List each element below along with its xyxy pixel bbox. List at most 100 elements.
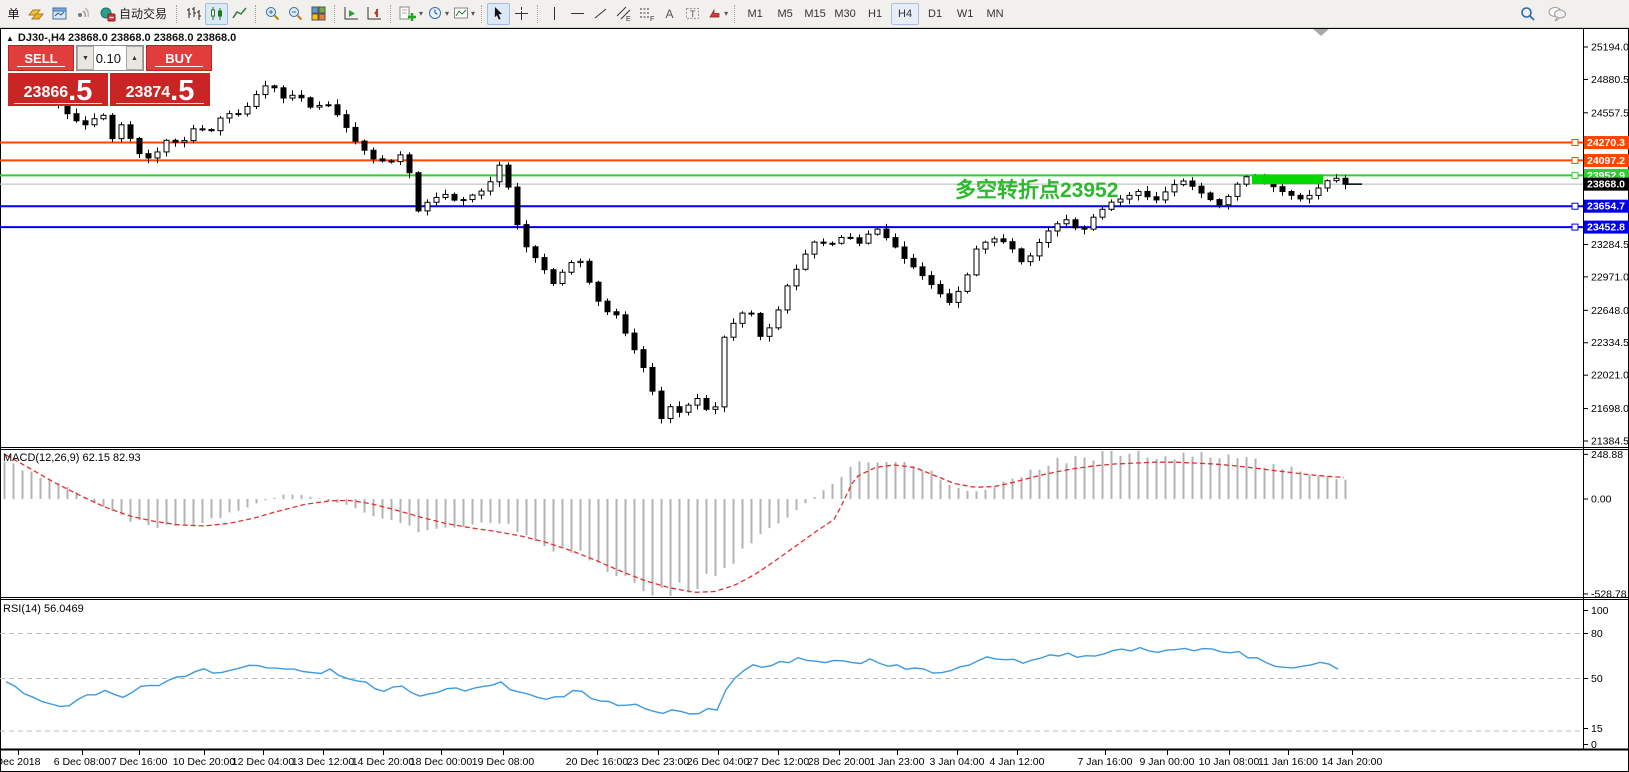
timeframe-group: M1M5M15M30H1H4D1W1MN bbox=[740, 3, 1010, 25]
svg-text:4 Jan 12:00: 4 Jan 12:00 bbox=[990, 756, 1045, 768]
svg-text:11 Jan 16:00: 11 Jan 16:00 bbox=[1258, 756, 1318, 768]
svg-text:24270.3: 24270.3 bbox=[1587, 137, 1625, 149]
sell-price-box[interactable]: 23866.5 bbox=[8, 73, 108, 106]
indicators-button[interactable]: ▾ bbox=[396, 3, 425, 25]
timeframe-d1[interactable]: D1 bbox=[921, 3, 949, 25]
chart-canvas[interactable]: 多空转折点2395225194.024880.524557.523284.522… bbox=[0, 28, 1629, 772]
timeframe-w1[interactable]: W1 bbox=[951, 3, 979, 25]
gold-ingot-icon bbox=[28, 5, 45, 22]
toolbar-separator bbox=[537, 5, 539, 23]
zoom-out-button[interactable] bbox=[284, 3, 307, 25]
text-label-glyph: T bbox=[690, 9, 696, 19]
tile-windows-button[interactable] bbox=[307, 3, 330, 25]
svg-text:Dec 2018: Dec 2018 bbox=[0, 756, 41, 768]
auto-scroll-button[interactable] bbox=[340, 3, 363, 25]
svg-text:7 Dec 16:00: 7 Dec 16:00 bbox=[111, 756, 168, 768]
buy-button[interactable]: BUY bbox=[146, 45, 212, 71]
periods-button[interactable]: ▾ bbox=[425, 3, 451, 25]
candlestick-chart-icon bbox=[208, 5, 225, 22]
zoom-in-button[interactable] bbox=[261, 3, 284, 25]
sell-price-main: 23866 bbox=[24, 85, 69, 104]
text-label-button[interactable]: T bbox=[681, 3, 704, 25]
vertical-line-icon bbox=[546, 5, 563, 22]
cursor-button[interactable] bbox=[487, 3, 510, 25]
level-handle bbox=[1572, 224, 1578, 230]
signal-button[interactable] bbox=[71, 3, 94, 25]
timeframe-h1[interactable]: H1 bbox=[861, 3, 889, 25]
zoom-out-icon bbox=[287, 5, 304, 22]
gold-ingot-button[interactable] bbox=[25, 3, 48, 25]
volume-value[interactable]: 0.10 bbox=[94, 46, 126, 70]
svg-text:22334.5: 22334.5 bbox=[1591, 337, 1629, 349]
arrows-tool-button[interactable]: ▾ bbox=[704, 3, 730, 25]
market-window-icon bbox=[51, 5, 68, 22]
svg-text:21698.0: 21698.0 bbox=[1591, 403, 1629, 415]
text-icon: A bbox=[661, 5, 678, 22]
text-tool-button[interactable]: A bbox=[658, 3, 681, 25]
svg-text:14 Dec 20:00: 14 Dec 20:00 bbox=[352, 756, 415, 768]
autotrading-button[interactable]: 自动交易 bbox=[94, 3, 172, 25]
volume-spinner: ▼ 0.10 ▲ bbox=[76, 45, 144, 71]
level-handle bbox=[1572, 157, 1578, 163]
chat-button[interactable] bbox=[1545, 3, 1569, 25]
toolbar-separator bbox=[176, 5, 178, 23]
chevron-down-icon: ▾ bbox=[724, 9, 728, 18]
buy-price-box[interactable]: 23874.5 bbox=[110, 73, 210, 106]
chart-scroll-marker[interactable] bbox=[1313, 29, 1329, 36]
sell-price-frac: .5 bbox=[68, 79, 92, 104]
svg-text:7 Jan 16:00: 7 Jan 16:00 bbox=[1078, 756, 1133, 768]
trendline-button[interactable] bbox=[589, 3, 612, 25]
timeframe-m5[interactable]: M5 bbox=[771, 3, 799, 25]
toolbar-separator bbox=[334, 5, 336, 23]
vertical-line-button[interactable] bbox=[543, 3, 566, 25]
timeframe-mn[interactable]: MN bbox=[981, 3, 1009, 25]
timeframe-h4[interactable]: H4 bbox=[891, 3, 919, 25]
one-click-trade-panel: SELL ▼ 0.10 ▲ BUY 23866.5 23874.5 bbox=[8, 45, 212, 106]
bar-chart-button[interactable] bbox=[182, 3, 205, 25]
symbol-ohlc-text: DJ30-,H4 23868.0 23868.0 23868.0 23868.0 bbox=[18, 32, 236, 44]
fibonacci-sub-glyph: F bbox=[650, 16, 654, 22]
timeframe-m1[interactable]: M1 bbox=[741, 3, 769, 25]
timeframe-m30[interactable]: M30 bbox=[831, 3, 859, 25]
highlight-box[interactable] bbox=[1252, 174, 1323, 184]
svg-text:100: 100 bbox=[1591, 605, 1609, 617]
chart-window: 多空转折点2395225194.024880.524557.523284.522… bbox=[0, 28, 1629, 772]
search-button[interactable] bbox=[1516, 3, 1539, 25]
line-chart-button[interactable] bbox=[228, 3, 251, 25]
svg-text:23654.7: 23654.7 bbox=[1587, 201, 1625, 213]
horizontal-line-button[interactable] bbox=[566, 3, 589, 25]
channel-button[interactable]: E bbox=[612, 3, 635, 25]
new-order-label: 单 bbox=[7, 5, 19, 22]
new-order-button[interactable]: 单 bbox=[2, 3, 25, 25]
svg-text:50: 50 bbox=[1591, 673, 1603, 685]
zoom-in-icon bbox=[264, 5, 281, 22]
volume-decrease-button[interactable]: ▼ bbox=[77, 46, 94, 70]
market-window-button[interactable] bbox=[48, 3, 71, 25]
chart-shift-button[interactable] bbox=[363, 3, 386, 25]
crosshair-icon bbox=[513, 5, 530, 22]
svg-text:10 Dec 20:00: 10 Dec 20:00 bbox=[173, 756, 236, 768]
timeframe-m15[interactable]: M15 bbox=[801, 3, 829, 25]
buy-price-frac: .5 bbox=[170, 79, 194, 104]
fibonacci-button[interactable]: F bbox=[635, 3, 658, 25]
svg-text:23868.0: 23868.0 bbox=[1587, 179, 1625, 191]
crosshair-button[interactable] bbox=[510, 3, 533, 25]
buy-price-main: 23874 bbox=[126, 85, 171, 104]
signal-icon bbox=[74, 5, 91, 22]
svg-text:23284.5: 23284.5 bbox=[1591, 239, 1629, 251]
chart-annotation-text[interactable]: 多空转折点23952 bbox=[955, 178, 1118, 202]
toolbar-separator bbox=[481, 5, 483, 23]
volume-increase-button[interactable]: ▲ bbox=[126, 46, 143, 70]
sell-button[interactable]: SELL bbox=[8, 45, 74, 71]
templates-button[interactable]: ▾ bbox=[451, 3, 477, 25]
chevron-down-icon: ▾ bbox=[471, 9, 475, 18]
text-tool-glyph: A bbox=[666, 7, 674, 21]
svg-text:27 Dec 12:00: 27 Dec 12:00 bbox=[747, 756, 810, 768]
svg-text:6 Dec 08:00: 6 Dec 08:00 bbox=[54, 756, 111, 768]
trendline-icon bbox=[592, 5, 609, 22]
candlestick-chart-button[interactable] bbox=[205, 3, 228, 25]
level-handle bbox=[1572, 140, 1578, 146]
toolbar-separator bbox=[390, 5, 392, 23]
svg-text:80: 80 bbox=[1591, 628, 1603, 640]
bar-chart-icon bbox=[185, 5, 202, 22]
